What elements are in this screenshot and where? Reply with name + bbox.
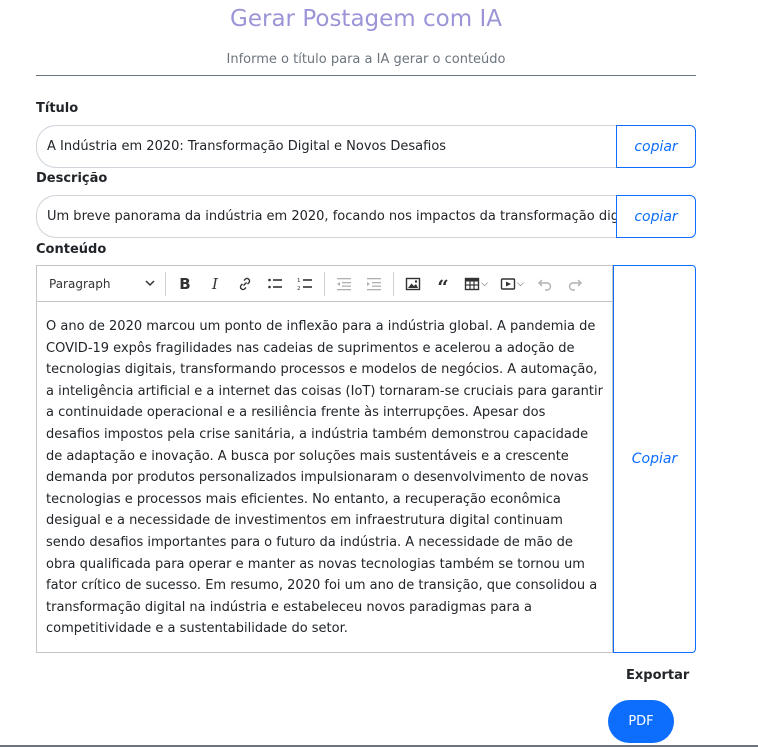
paragraph-format-label: Paragraph <box>49 276 111 291</box>
chevron-down-icon <box>145 277 155 291</box>
undo-icon[interactable] <box>530 271 560 297</box>
indent-icon[interactable] <box>359 271 389 297</box>
rich-text-editor: Paragraph B I 12 “ ⌵ ⌵ O ano de 2020 mar… <box>36 265 613 653</box>
titulo-input[interactable]: A Indústria em 2020: Transformação Digit… <box>36 125 616 168</box>
table-icon[interactable]: ⌵ <box>458 271 494 297</box>
page-title: Gerar Postagem com IA <box>230 6 502 32</box>
chevron-down-icon: ⌵ <box>481 278 488 289</box>
page-subtitle: Informe o título para a IA gerar o conte… <box>226 52 506 67</box>
svg-text:2: 2 <box>297 286 301 292</box>
toolbar-separator <box>324 271 325 296</box>
titulo-input-group: A Indústria em 2020: Transformação Digit… <box>36 125 696 168</box>
descricao-copy-button[interactable]: copiar <box>616 195 696 238</box>
svg-text:1: 1 <box>297 278 301 284</box>
image-icon[interactable] <box>398 271 428 297</box>
export-label: Exportar <box>626 668 690 683</box>
titulo-label: Título <box>36 101 79 116</box>
bulleted-list-icon[interactable] <box>260 271 290 297</box>
redo-icon[interactable] <box>560 271 590 297</box>
numbered-list-icon[interactable]: 12 <box>290 271 320 297</box>
quote-icon[interactable]: “ <box>428 271 458 299</box>
bold-icon[interactable]: B <box>170 271 200 297</box>
export-pdf-button[interactable]: PDF <box>608 700 674 743</box>
outdent-icon[interactable] <box>329 271 359 297</box>
descricao-input[interactable]: Um breve panorama da indústria em 2020, … <box>36 195 616 238</box>
paragraph-format-dropdown[interactable]: Paragraph <box>43 277 161 291</box>
titulo-copy-button[interactable]: copiar <box>616 125 696 168</box>
editor-content[interactable]: O ano de 2020 marcou um ponto de inflexã… <box>37 302 612 640</box>
link-icon[interactable] <box>230 271 260 297</box>
header-divider <box>36 75 696 76</box>
descricao-label: Descrição <box>36 171 108 186</box>
toolbar-separator <box>165 271 166 296</box>
media-icon[interactable]: ⌵ <box>494 271 530 297</box>
conteudo-label: Conteúdo <box>36 242 107 257</box>
italic-icon[interactable]: I <box>200 271 230 297</box>
descricao-input-group: Um breve panorama da indústria em 2020, … <box>36 195 696 238</box>
toolbar-separator <box>393 271 394 296</box>
conteudo-copy-button[interactable]: Copiar <box>613 265 696 653</box>
editor-toolbar: Paragraph B I 12 “ ⌵ ⌵ <box>37 266 612 302</box>
chevron-down-icon: ⌵ <box>517 278 524 289</box>
